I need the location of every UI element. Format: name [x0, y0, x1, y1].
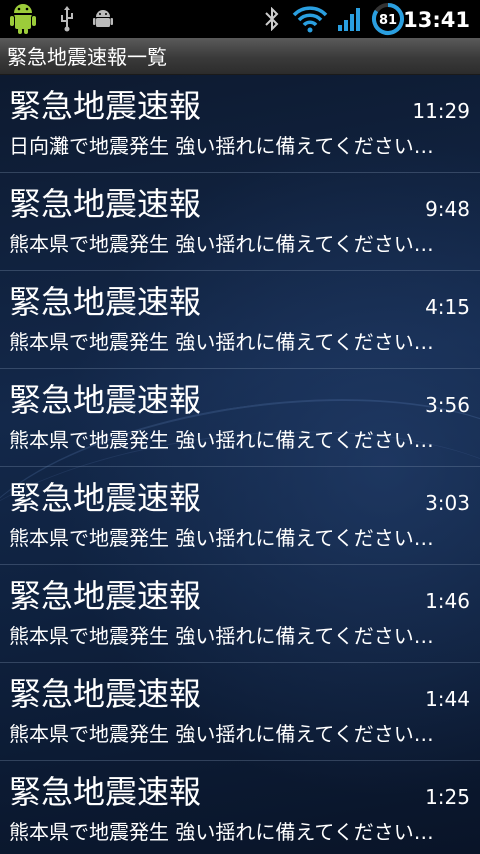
list-item-time: 1:44: [425, 687, 470, 711]
list-item-body: 熊本県で地震発生 強い揺れに備えてください…: [9, 820, 434, 844]
list-item[interactable]: 緊急地震速報 1:25 熊本県で地震発生 強い揺れに備えてください…: [0, 761, 480, 854]
list-item-title: 緊急地震速報: [9, 675, 202, 713]
page-title: 緊急地震速報一覧: [7, 45, 167, 69]
android-robot-icon: [4, 0, 42, 38]
list-item-title: 緊急地震速報: [9, 283, 202, 321]
list-item-body: 日向灘で地震発生 強い揺れに備えてください…: [9, 134, 434, 158]
list-item[interactable]: 緊急地震速報 4:15 熊本県で地震発生 強い揺れに備えてください…: [0, 271, 480, 369]
list-item-title: 緊急地震速報: [9, 87, 202, 125]
list-item[interactable]: 緊急地震速報 1:44 熊本県で地震発生 強い揺れに備えてください…: [0, 663, 480, 761]
wifi-icon: [290, 0, 330, 38]
status-bar: 81 13:41: [0, 0, 480, 38]
status-clock: 13:41: [403, 8, 470, 32]
list-item[interactable]: 緊急地震速報 11:29 日向灘で地震発生 強い揺れに備えてください…: [0, 75, 480, 173]
signal-icon: [336, 0, 364, 38]
battery-icon: 81: [368, 0, 408, 38]
usb-icon: [56, 0, 78, 38]
list-item-time: 9:48: [425, 197, 470, 221]
list-item[interactable]: 緊急地震速報 3:56 熊本県で地震発生 強い揺れに備えてください…: [0, 369, 480, 467]
list-item-title: 緊急地震速報: [9, 479, 202, 517]
title-bar: 緊急地震速報一覧: [0, 38, 480, 75]
list-item-title: 緊急地震速報: [9, 773, 202, 811]
android-debug-icon: [90, 0, 116, 38]
battery-level: 81: [379, 13, 397, 28]
list-item[interactable]: 緊急地震速報 3:03 熊本県で地震発生 強い揺れに備えてください…: [0, 467, 480, 565]
list-item-time: 3:03: [425, 491, 470, 515]
list-item-body: 熊本県で地震発生 強い揺れに備えてください…: [9, 428, 434, 452]
list-item-time: 4:15: [425, 295, 470, 319]
list-item[interactable]: 緊急地震速報 1:46 熊本県で地震発生 強い揺れに備えてください…: [0, 565, 480, 663]
alert-list[interactable]: 緊急地震速報 11:29 日向灘で地震発生 強い揺れに備えてください… 緊急地震…: [0, 75, 480, 854]
list-item-title: 緊急地震速報: [9, 185, 202, 223]
list-item-time: 1:46: [425, 589, 470, 613]
list-item-body: 熊本県で地震発生 強い揺れに備えてください…: [9, 722, 434, 746]
bluetooth-icon: [262, 0, 282, 38]
list-item-body: 熊本県で地震発生 強い揺れに備えてください…: [9, 330, 434, 354]
list-item[interactable]: 緊急地震速報 9:48 熊本県で地震発生 強い揺れに備えてください…: [0, 173, 480, 271]
list-item-time: 3:56: [425, 393, 470, 417]
list-item-body: 熊本県で地震発生 強い揺れに備えてください…: [9, 624, 434, 648]
list-item-time: 1:25: [425, 785, 470, 809]
list-item-body: 熊本県で地震発生 強い揺れに備えてください…: [9, 232, 434, 256]
list-item-time: 11:29: [412, 99, 470, 123]
list-item-body: 熊本県で地震発生 強い揺れに備えてください…: [9, 526, 434, 550]
list-item-title: 緊急地震速報: [9, 381, 202, 419]
list-item-title: 緊急地震速報: [9, 577, 202, 615]
